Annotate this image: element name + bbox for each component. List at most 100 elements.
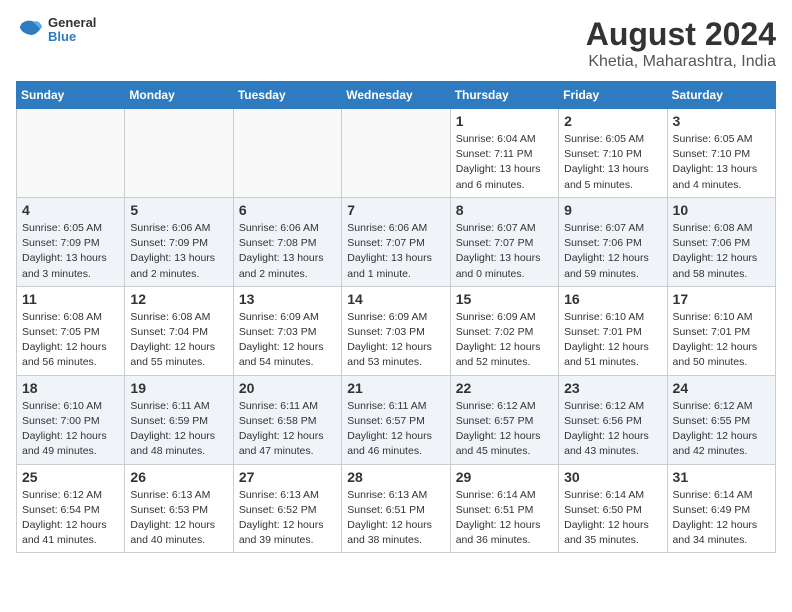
logo-line2: Blue [48,30,96,44]
subtitle: Khetia, Maharashtra, India [586,53,776,71]
day-number: 12 [130,291,227,307]
day-number: 19 [130,380,227,396]
calendar-body: 1 Sunrise: 6:04 AMSunset: 7:11 PMDaylight… [17,109,776,553]
title-block: August 2024 Khetia, Maharashtra, India [586,16,776,71]
calendar-cell: 6Sunrise: 6:06 AMSunset: 7:08 PMDaylight… [233,197,341,286]
th-friday: Friday [559,82,667,109]
day-number: 1 [456,113,553,129]
day-info: Sunrise: 6:11 AMSunset: 6:58 PMDaylight:… [239,399,336,460]
calendar-cell [233,109,341,198]
day-number: 27 [239,469,336,485]
calendar-cell: 10 Sunrise: 6:08 AMSunset: 7:06 PMDayligh… [667,197,775,286]
calendar-week-1: 1 Sunrise: 6:04 AMSunset: 7:11 PMDaylight… [17,109,776,198]
weekday-row: Sunday Monday Tuesday Wednesday Thursday… [17,82,776,109]
calendar-cell: 14 Sunrise: 6:09 AMSunset: 7:03 PMDayligh… [342,286,450,375]
day-info: Sunrise: 6:09 AMSunset: 7:03 PMDaylight:… [239,310,336,371]
th-saturday: Saturday [667,82,775,109]
calendar-cell: 18 Sunrise: 6:10 AMSunset: 7:00 PMDayligh… [17,375,125,464]
calendar-cell: 4Sunrise: 6:05 AMSunset: 7:09 PMDaylight… [17,197,125,286]
day-number: 29 [456,469,553,485]
calendar-cell: 23Sunrise: 6:12 AMSunset: 6:56 PMDayligh… [559,375,667,464]
page-header: General Blue August 2024 Khetia, Maharas… [16,16,776,71]
day-info: Sunrise: 6:06 AMSunset: 7:08 PMDaylight:… [239,221,336,282]
th-monday: Monday [125,82,233,109]
calendar-cell: 12 Sunrise: 6:08 AMSunset: 7:04 PMDayligh… [125,286,233,375]
day-number: 30 [564,469,661,485]
day-number: 14 [347,291,444,307]
day-info: Sunrise: 6:06 AMSunset: 7:09 PMDaylight:… [130,221,227,282]
day-number: 5 [130,202,227,218]
day-number: 20 [239,380,336,396]
day-info: Sunrise: 6:12 AMSunset: 6:54 PMDaylight:… [22,488,119,549]
day-info: Sunrise: 6:04 AMSunset: 7:11 PMDaylight:… [456,132,553,193]
day-number: 18 [22,380,119,396]
day-number: 9 [564,202,661,218]
calendar-cell: 9 Sunrise: 6:07 AMSunset: 7:06 PMDaylight… [559,197,667,286]
day-info: Sunrise: 6:06 AMSunset: 7:07 PMDaylight:… [347,221,444,282]
day-number: 16 [564,291,661,307]
th-thursday: Thursday [450,82,558,109]
day-number: 23 [564,380,661,396]
logo-text: General Blue [48,16,96,45]
calendar-cell: 25 Sunrise: 6:12 AMSunset: 6:54 PMDayligh… [17,464,125,553]
day-info: Sunrise: 6:11 AMSunset: 6:59 PMDaylight:… [130,399,227,460]
day-info: Sunrise: 6:13 AMSunset: 6:53 PMDaylight:… [130,488,227,549]
calendar-cell: 11Sunrise: 6:08 AMSunset: 7:05 PMDayligh… [17,286,125,375]
calendar-header: Sunday Monday Tuesday Wednesday Thursday… [17,82,776,109]
calendar-cell: 19 Sunrise: 6:11 AMSunset: 6:59 PMDayligh… [125,375,233,464]
day-info: Sunrise: 6:11 AMSunset: 6:57 PMDaylight:… [347,399,444,460]
calendar-week-5: 25 Sunrise: 6:12 AMSunset: 6:54 PMDayligh… [17,464,776,553]
calendar-cell: 29 Sunrise: 6:14 AMSunset: 6:51 PMDayligh… [450,464,558,553]
calendar-cell: 13 Sunrise: 6:09 AMSunset: 7:03 PMDayligh… [233,286,341,375]
th-tuesday: Tuesday [233,82,341,109]
calendar-cell: 26 Sunrise: 6:13 AMSunset: 6:53 PMDayligh… [125,464,233,553]
calendar-cell: 7Sunrise: 6:06 AMSunset: 7:07 PMDaylight… [342,197,450,286]
day-info: Sunrise: 6:09 AMSunset: 7:02 PMDaylight:… [456,310,553,371]
calendar-cell: 16 Sunrise: 6:10 AMSunset: 7:01 PMDayligh… [559,286,667,375]
calendar-cell: 8Sunrise: 6:07 AMSunset: 7:07 PMDaylight… [450,197,558,286]
day-info: Sunrise: 6:05 AMSunset: 7:10 PMDaylight:… [673,132,770,193]
day-info: Sunrise: 6:14 AMSunset: 6:51 PMDaylight:… [456,488,553,549]
day-number: 28 [347,469,444,485]
calendar-cell: 17 Sunrise: 6:10 AMSunset: 7:01 PMDayligh… [667,286,775,375]
calendar-cell: 20 Sunrise: 6:11 AMSunset: 6:58 PMDayligh… [233,375,341,464]
day-number: 17 [673,291,770,307]
calendar-cell: 3Sunrise: 6:05 AMSunset: 7:10 PMDaylight… [667,109,775,198]
logo-icon [16,16,44,44]
day-info: Sunrise: 6:14 AMSunset: 6:49 PMDaylight:… [673,488,770,549]
day-number: 26 [130,469,227,485]
day-number: 8 [456,202,553,218]
day-info: Sunrise: 6:12 AMSunset: 6:55 PMDaylight:… [673,399,770,460]
calendar-cell: 31 Sunrise: 6:14 AMSunset: 6:49 PMDayligh… [667,464,775,553]
day-info: Sunrise: 6:13 AMSunset: 6:52 PMDaylight:… [239,488,336,549]
calendar-cell: 27 Sunrise: 6:13 AMSunset: 6:52 PMDayligh… [233,464,341,553]
day-info: Sunrise: 6:10 AMSunset: 7:00 PMDaylight:… [22,399,119,460]
calendar-week-4: 18 Sunrise: 6:10 AMSunset: 7:00 PMDayligh… [17,375,776,464]
main-title: August 2024 [586,16,776,53]
day-number: 13 [239,291,336,307]
day-info: Sunrise: 6:10 AMSunset: 7:01 PMDaylight:… [564,310,661,371]
th-sunday: Sunday [17,82,125,109]
day-info: Sunrise: 6:05 AMSunset: 7:09 PMDaylight:… [22,221,119,282]
calendar-week-2: 4Sunrise: 6:05 AMSunset: 7:09 PMDaylight… [17,197,776,286]
day-info: Sunrise: 6:08 AMSunset: 7:06 PMDaylight:… [673,221,770,282]
calendar-cell: 15Sunrise: 6:09 AMSunset: 7:02 PMDayligh… [450,286,558,375]
day-info: Sunrise: 6:08 AMSunset: 7:05 PMDaylight:… [22,310,119,371]
day-number: 24 [673,380,770,396]
day-number: 22 [456,380,553,396]
day-number: 25 [22,469,119,485]
day-info: Sunrise: 6:10 AMSunset: 7:01 PMDaylight:… [673,310,770,371]
day-number: 10 [673,202,770,218]
day-info: Sunrise: 6:09 AMSunset: 7:03 PMDaylight:… [347,310,444,371]
calendar-table: Sunday Monday Tuesday Wednesday Thursday… [16,81,776,553]
day-info: Sunrise: 6:13 AMSunset: 6:51 PMDaylight:… [347,488,444,549]
calendar-cell: 5 Sunrise: 6:06 AMSunset: 7:09 PMDaylight… [125,197,233,286]
calendar-cell: 24 Sunrise: 6:12 AMSunset: 6:55 PMDayligh… [667,375,775,464]
calendar-cell [342,109,450,198]
calendar-cell: 21Sunrise: 6:11 AMSunset: 6:57 PMDayligh… [342,375,450,464]
day-number: 31 [673,469,770,485]
calendar-cell [125,109,233,198]
day-info: Sunrise: 6:08 AMSunset: 7:04 PMDaylight:… [130,310,227,371]
day-info: Sunrise: 6:07 AMSunset: 7:06 PMDaylight:… [564,221,661,282]
calendar-week-3: 11Sunrise: 6:08 AMSunset: 7:05 PMDayligh… [17,286,776,375]
